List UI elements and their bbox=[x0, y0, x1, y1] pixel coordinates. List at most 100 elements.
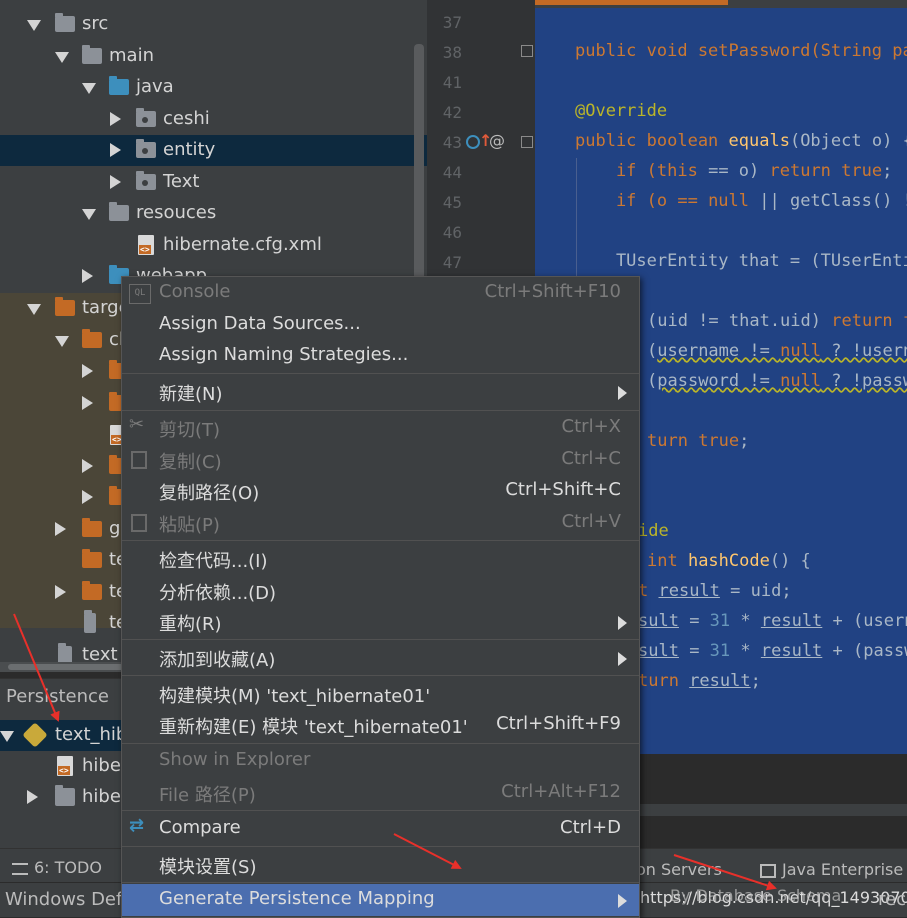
line-number: 47 bbox=[442, 253, 462, 272]
menu-item-file-path[interactable]: File 路径(P) Ctrl+Alt+F12 bbox=[122, 777, 639, 809]
menu-item-assign-data-sources[interactable]: Assign Data Sources... bbox=[122, 309, 639, 341]
chevron-right-icon[interactable] bbox=[82, 364, 93, 378]
chevron-right-icon[interactable] bbox=[110, 175, 121, 189]
tree-item-label: g bbox=[109, 518, 121, 539]
persistence-item-label: hibe bbox=[82, 755, 121, 776]
folder-icon bbox=[82, 45, 102, 64]
folder-icon bbox=[82, 329, 102, 348]
code-line: @Override bbox=[575, 101, 668, 121]
chevron-right-icon[interactable] bbox=[82, 269, 93, 283]
package-icon bbox=[136, 171, 156, 190]
menu-item-shortcut: Ctrl+X bbox=[561, 416, 621, 437]
menu-item-shortcut: Ctrl+Shift+C bbox=[505, 479, 621, 500]
menu-item-cut[interactable]: ✂ 剪切(T) Ctrl+X bbox=[122, 412, 639, 444]
submenu-peek-text: By Database Schema bbox=[670, 886, 842, 905]
tree-item-entity[interactable]: entity bbox=[0, 135, 427, 166]
tree-item-resouces[interactable]: resouces bbox=[0, 198, 427, 229]
menu-item-rebuild-module[interactable]: 重新构建(E) 模块 'text_hibernate01' Ctrl+Shift… bbox=[122, 709, 639, 741]
tree-item-ceshi[interactable]: ceshi bbox=[0, 104, 427, 135]
xml-file-icon bbox=[57, 756, 73, 776]
line-number: 44 bbox=[442, 163, 462, 182]
menu-item-inspect-code[interactable]: 检查代码...(I) bbox=[122, 543, 639, 575]
annotation-at-icon[interactable]: @ bbox=[489, 131, 505, 150]
tree-item-label: text_ bbox=[82, 644, 127, 662]
menu-item-label: 粘贴(P) bbox=[159, 515, 220, 536]
chevron-down-icon[interactable] bbox=[82, 209, 96, 220]
menu-item-refactor[interactable]: 重构(R) bbox=[122, 606, 639, 638]
menu-item-build-module[interactable]: 构建模块(M) 'text_hibernate01' bbox=[122, 678, 639, 710]
menu-item-add-to-favorites[interactable]: 添加到收藏(A) bbox=[122, 642, 639, 674]
chevron-right-icon[interactable] bbox=[110, 143, 121, 157]
tree-item-text[interactable]: Text bbox=[0, 167, 427, 198]
chevron-right-icon[interactable] bbox=[82, 396, 93, 410]
chevron-right-icon[interactable] bbox=[55, 522, 66, 536]
tree-item-label: java bbox=[136, 76, 174, 97]
menu-item-label: 复制(C) bbox=[159, 452, 222, 473]
persistence-panel-title: Persistence bbox=[6, 686, 109, 707]
menu-item-label: Console bbox=[159, 281, 231, 302]
code-line: int hashCode() { bbox=[647, 551, 811, 571]
menu-item-analyze-dependencies[interactable]: 分析依赖...(D) bbox=[122, 575, 639, 607]
chevron-right-icon[interactable] bbox=[82, 459, 93, 473]
java-enterprise-tool-button[interactable]: Java Enterprise bbox=[760, 860, 903, 879]
menu-item-show-in-explorer[interactable]: Show in Explorer bbox=[122, 745, 639, 777]
menu-item-copy[interactable]: 复制(C) Ctrl+C bbox=[122, 444, 639, 476]
code-line: if (this == o) return true; bbox=[575, 161, 893, 181]
chevron-down-icon[interactable] bbox=[27, 20, 41, 31]
tree-item-src[interactable]: src bbox=[0, 9, 427, 40]
menu-item-label: 分析依赖...(D) bbox=[159, 583, 277, 604]
chevron-right-icon[interactable] bbox=[82, 490, 93, 504]
chevron-down-icon[interactable] bbox=[82, 83, 96, 94]
menu-item-assign-naming-strategies[interactable]: Assign Naming Strategies... bbox=[122, 340, 639, 372]
line-number: 41 bbox=[442, 73, 462, 92]
code-line: turn true; bbox=[647, 431, 750, 451]
menu-item-label: 重构(R) bbox=[159, 614, 222, 635]
scissors-icon: ✂ bbox=[129, 414, 145, 435]
menu-item-label: 复制路径(O) bbox=[159, 483, 260, 504]
console-icon: QL bbox=[129, 284, 151, 304]
menu-item-label: 剪切(T) bbox=[159, 420, 221, 441]
menu-item-label: 模块设置(S) bbox=[159, 857, 257, 878]
code-line: public void setPassword(String pa bbox=[575, 41, 907, 61]
chevron-right-icon[interactable] bbox=[110, 112, 121, 126]
menu-item-generate-persistence-mapping[interactable]: Generate Persistence Mapping bbox=[122, 884, 639, 916]
code-line: TUserEntity that = (TUserEnti bbox=[575, 251, 907, 271]
source-folder-icon bbox=[109, 76, 129, 95]
code-line: sult = 31 * result + (usern bbox=[638, 611, 907, 631]
fold-collapse-icon[interactable] bbox=[521, 136, 533, 148]
menu-item-compare[interactable]: ⇄ Compare Ctrl+D bbox=[122, 813, 639, 845]
chevron-right-icon[interactable] bbox=[55, 585, 66, 599]
menu-item-shortcut: Ctrl+C bbox=[561, 448, 621, 469]
overrides-method-icon[interactable] bbox=[466, 135, 480, 149]
menu-item-module-settings[interactable]: 模块设置(S) bbox=[122, 849, 639, 881]
hibernate-icon bbox=[22, 722, 48, 748]
package-icon bbox=[136, 108, 156, 127]
menu-separator bbox=[122, 540, 639, 541]
menu-item-label: 重新构建(E) 模块 'text_hibernate01' bbox=[159, 717, 468, 738]
code-line: t result = uid; bbox=[638, 581, 792, 601]
menu-item-new[interactable]: 新建(N) bbox=[122, 376, 639, 408]
tree-item-hibernate-cfg[interactable]: hibernate.cfg.xml bbox=[0, 230, 427, 261]
todo-tool-button[interactable]: 6: TODO bbox=[12, 858, 102, 877]
menu-separator bbox=[122, 410, 639, 411]
menu-item-shortcut: Ctrl+Alt+F12 bbox=[501, 781, 621, 802]
package-icon bbox=[136, 139, 156, 158]
chevron-down-icon[interactable] bbox=[27, 304, 41, 315]
submenu-arrow-icon bbox=[618, 894, 627, 908]
chevron-right-icon[interactable] bbox=[27, 790, 38, 804]
tree-item-java[interactable]: java bbox=[0, 72, 427, 103]
menu-item-copy-path[interactable]: 复制路径(O) Ctrl+Shift+C bbox=[122, 475, 639, 507]
application-servers-tool-button[interactable]: on Servers bbox=[636, 860, 722, 879]
menu-item-console[interactable]: QL Console Ctrl+Shift+F10 bbox=[122, 277, 639, 309]
folder-icon bbox=[82, 518, 102, 537]
tree-item-main[interactable]: main bbox=[0, 41, 427, 72]
menu-item-shortcut: Ctrl+Shift+F9 bbox=[496, 713, 621, 734]
fold-expand-icon[interactable] bbox=[521, 45, 533, 57]
menu-item-paste[interactable]: 粘贴(P) Ctrl+V bbox=[122, 507, 639, 539]
chevron-down-icon[interactable] bbox=[55, 336, 69, 347]
chevron-down-icon[interactable] bbox=[55, 52, 69, 63]
menu-item-label: Assign Data Sources... bbox=[159, 313, 361, 334]
java-enterprise-icon bbox=[760, 863, 776, 878]
chevron-down-icon[interactable] bbox=[0, 731, 14, 742]
folder-icon bbox=[82, 581, 102, 600]
